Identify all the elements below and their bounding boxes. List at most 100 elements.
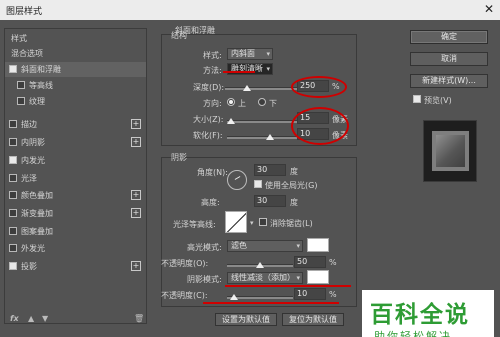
fx-icon[interactable]: fx [10, 314, 19, 323]
soften-slider[interactable] [227, 134, 297, 140]
annotation-circle-size-soften [291, 107, 349, 145]
shadow-mode-dropdown[interactable]: 线性减淡（添加） ▾ [227, 272, 303, 284]
antialias-checkbox[interactable] [259, 218, 267, 226]
shadow-mode-value: 线性减淡（添加） [231, 273, 295, 282]
sidebar-item-bevel-emboss[interactable]: 斜面和浮雕 [5, 62, 146, 77]
chevron-down-icon: ▾ [266, 65, 270, 73]
add-icon[interactable]: + [131, 261, 141, 271]
preview-checkbox[interactable] [413, 95, 421, 103]
sidebar-item-contour[interactable]: 等高线 [5, 78, 146, 93]
global-light-checkbox[interactable] [254, 180, 262, 188]
shadow-opacity-input[interactable]: 10 [294, 288, 326, 300]
move-down-icon[interactable]: ▼ [42, 314, 48, 323]
highlight-color-swatch[interactable] [307, 238, 329, 252]
annotation-underline-shadow-opacity [203, 302, 339, 304]
preview-label: 预览(V) [424, 96, 452, 105]
sidebar-item-label: 颜色叠加 [21, 191, 53, 200]
sidebar-item-inner-shadow[interactable]: 内阴影 + [5, 135, 146, 150]
highlight-opacity-slider[interactable] [227, 262, 293, 268]
shadow-opacity-unit: % [329, 290, 337, 299]
sidebar-item-drop-shadow[interactable]: 投影 + [5, 259, 146, 274]
checkbox[interactable] [9, 191, 17, 199]
sidebar-footer: fx ▲ ▼ 🗑 [6, 314, 146, 326]
shadow-color-swatch[interactable] [307, 270, 329, 284]
cancel-button[interactable]: 取消 [410, 52, 488, 66]
style-label: 样式: [203, 51, 222, 60]
shadow-opacity-slider[interactable] [227, 294, 293, 300]
sidebar-item-label: 等高线 [29, 81, 53, 90]
highlight-mode-dropdown[interactable]: 滤色 ▾ [227, 240, 303, 252]
direction-down-radio[interactable] [258, 98, 266, 106]
highlight-opacity-label: 不透明度(O): [161, 259, 209, 268]
sidebar-item-gradient-overlay[interactable]: 渐变叠加 + [5, 206, 146, 221]
angle-label: 角度(N): [197, 168, 228, 177]
direction-down-label: 下 [269, 99, 277, 108]
checkbox[interactable] [9, 209, 17, 217]
highlight-opacity-input[interactable]: 50 [294, 256, 326, 268]
sidebar-item-texture[interactable]: 纹理 [5, 94, 146, 109]
trash-icon[interactable]: 🗑 [134, 314, 144, 323]
checkbox[interactable] [9, 156, 17, 164]
checkbox[interactable] [9, 120, 17, 128]
slider-handle[interactable] [227, 118, 236, 124]
sidebar-item-label: 描边 [21, 120, 37, 129]
direction-label: 方向: [203, 99, 222, 108]
style-dropdown[interactable]: 内斜面 ▾ [227, 48, 273, 60]
sidebar-item-pattern-overlay[interactable]: 图案叠加 [5, 224, 146, 239]
checkbox[interactable] [17, 97, 25, 105]
method-dropdown[interactable]: 雕刻清晰 ▾ [227, 63, 273, 75]
sidebar-item-styles[interactable]: 样式 [5, 31, 146, 46]
add-icon[interactable]: + [131, 190, 141, 200]
shading-title: 阴影 [171, 153, 187, 162]
gloss-contour-preview[interactable] [225, 211, 247, 233]
depth-label: 深度(D): [193, 83, 225, 92]
direction-up-radio[interactable] [227, 98, 235, 106]
size-slider[interactable] [227, 118, 297, 124]
ok-button[interactable]: 确定 [410, 30, 488, 44]
sidebar-item-label: 投影 [21, 262, 37, 271]
slider-handle[interactable] [256, 262, 264, 268]
checkbox[interactable] [9, 138, 17, 146]
gloss-contour-label: 光泽等高线: [173, 220, 216, 229]
style-preview-thumbnail [423, 120, 477, 182]
sidebar-item-label: 图案叠加 [21, 227, 53, 236]
sidebar-item-inner-glow[interactable]: 内发光 [5, 153, 146, 168]
sidebar-item-outer-glow[interactable]: 外发光 [5, 241, 146, 256]
checkbox[interactable] [9, 227, 17, 235]
slider-handle[interactable] [242, 85, 251, 91]
checkbox[interactable] [17, 81, 25, 89]
highlight-opacity-unit: % [329, 258, 337, 267]
new-style-button[interactable]: 新建样式(W)... [410, 74, 488, 88]
sidebar-item-color-overlay[interactable]: 颜色叠加 + [5, 188, 146, 203]
chevron-down-icon[interactable]: ▾ [250, 219, 254, 227]
dialog-body: 样式 混合选项 斜面和浮雕 等高线 纹理 描边 + 内阴影 + 内发光 光泽 颜色叠… [0, 20, 500, 337]
altitude-unit: 度 [290, 198, 298, 207]
slider-handle[interactable] [266, 134, 275, 140]
sidebar-item-stroke[interactable]: 描边 + [5, 117, 146, 132]
checkbox[interactable] [9, 65, 17, 73]
sidebar-item-label: 渐变叠加 [21, 209, 53, 218]
highlight-mode-label: 高光模式: [187, 243, 222, 252]
angle-input[interactable]: 30 [254, 164, 286, 176]
chevron-down-icon: ▾ [296, 274, 300, 282]
sidebar-item-label: 样式 [11, 34, 27, 43]
move-up-icon[interactable]: ▲ [28, 314, 34, 323]
close-icon[interactable]: ✕ [484, 2, 494, 16]
checkbox[interactable] [9, 262, 17, 270]
checkbox[interactable] [9, 244, 17, 252]
window-title: 图层样式 [6, 7, 43, 17]
add-icon[interactable]: + [131, 208, 141, 218]
angle-dial[interactable] [227, 170, 247, 190]
checkbox[interactable] [9, 174, 17, 182]
window-titlebar: 图层样式 ✕ [0, 0, 500, 20]
annotation-circle-depth [291, 76, 347, 98]
slider-handle[interactable] [229, 294, 238, 300]
add-icon[interactable]: + [131, 119, 141, 129]
reset-default-button[interactable]: 复位为默认值 [282, 313, 344, 326]
sidebar-item-blending-options[interactable]: 混合选项 [5, 46, 146, 61]
make-default-button[interactable]: 设置为默认值 [215, 313, 277, 326]
depth-slider[interactable] [225, 85, 297, 91]
add-icon[interactable]: + [131, 137, 141, 147]
altitude-input[interactable]: 30 [254, 195, 286, 207]
sidebar-item-satin[interactable]: 光泽 [5, 171, 146, 186]
